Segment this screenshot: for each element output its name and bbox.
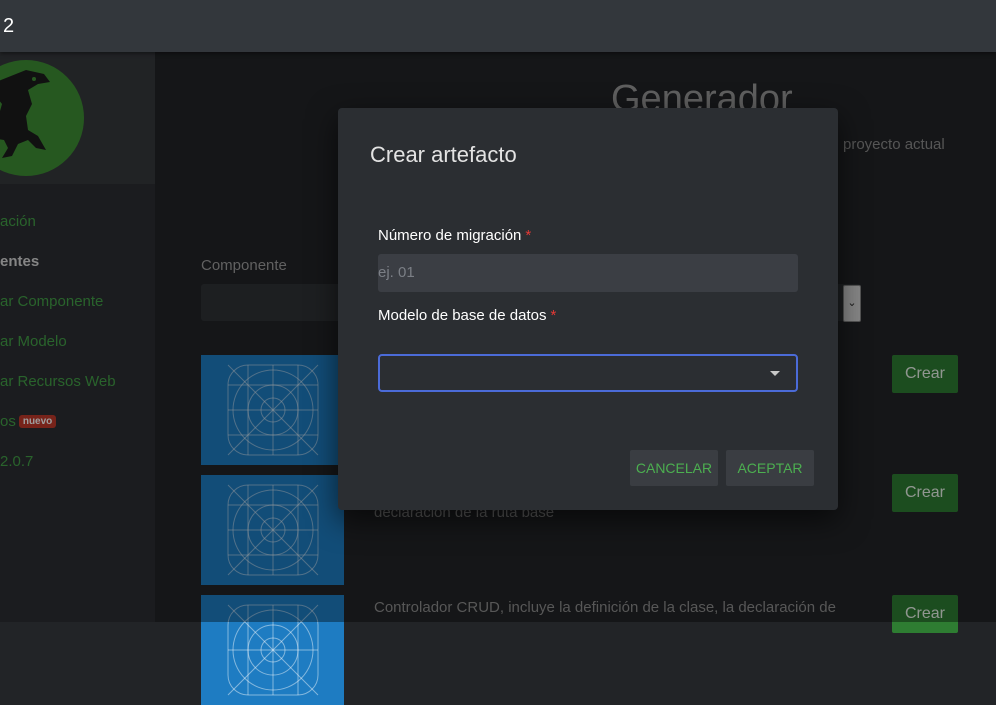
migration-placeholder: ej. 01 [378, 264, 415, 281]
migration-number-input[interactable]: ej. 01 [378, 254, 798, 292]
required-mark: * [525, 227, 532, 244]
database-model-label: Modelo de base de datos * [378, 307, 556, 324]
migration-label-text: Número de migración [378, 227, 522, 244]
model-label-text: Modelo de base de datos [378, 307, 547, 324]
top-bar: 2 [0, 0, 996, 52]
cancel-button[interactable]: CANCELAR [630, 450, 718, 486]
accept-button[interactable]: ACEPTAR [726, 450, 814, 486]
create-artifact-dialog: Crear artefacto Número de migración * ej.… [338, 108, 838, 510]
migration-number-label: Número de migración * [378, 227, 531, 244]
dropdown-caret-icon [770, 371, 780, 376]
required-mark: * [550, 307, 557, 324]
dialog-title: Crear artefacto [370, 142, 517, 167]
database-model-select[interactable] [378, 354, 798, 392]
window-title: 2 [3, 15, 15, 37]
